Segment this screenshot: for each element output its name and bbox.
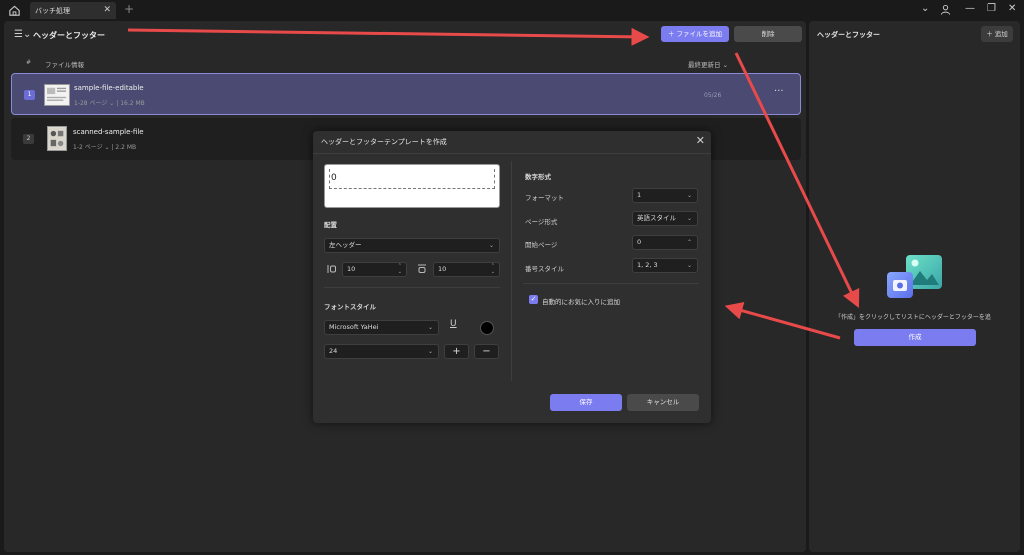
window-close-icon[interactable]: ✕ xyxy=(1008,3,1016,14)
position-select[interactable]: 左ヘッダー ⌄ xyxy=(324,238,500,253)
title-bar: バッチ処理 ✕ + ⌄ — ❐ ✕ xyxy=(0,0,1024,20)
chevron-down-icon: ⌄ xyxy=(488,242,494,249)
left-margin-value: 10 xyxy=(347,265,356,273)
section-divider xyxy=(523,283,699,284)
header-area-guide xyxy=(329,169,495,189)
font-family-value: Microsoft YaHei xyxy=(329,323,379,331)
underline-button[interactable]: U xyxy=(450,319,457,329)
column-header-file-info: ファイル情報 xyxy=(45,61,84,69)
restore-icon[interactable]: ❐ xyxy=(987,3,996,14)
auto-favorite-checkbox[interactable]: ✓ xyxy=(529,295,538,304)
auto-favorite-label: 自動的にお気に入りに追加 xyxy=(542,298,620,306)
numbering-style-value: 1, 2, 3 xyxy=(637,261,658,269)
format-label: フォーマット xyxy=(525,194,564,202)
left-margin-input[interactable]: 10 ⌃ ⌄ xyxy=(342,262,407,277)
page-title: ヘッダーとフッター xyxy=(33,31,105,40)
chevron-down-icon[interactable]: ⌄ xyxy=(921,3,929,14)
spinner-icon[interactable]: ⌃ ⌄ xyxy=(491,263,495,275)
section-divider xyxy=(324,287,500,288)
font-family-select[interactable]: Microsoft YaHei ⌄ xyxy=(324,320,439,335)
add-template-button[interactable]: ＋ 追加 xyxy=(981,26,1013,42)
close-icon[interactable]: ✕ xyxy=(696,134,705,147)
spinner-icon[interactable]: ⌃ ⌄ xyxy=(398,263,402,275)
chevron-down-icon: ⌄ xyxy=(427,348,433,355)
format-select[interactable]: 1 ⌄ xyxy=(632,188,698,203)
add-file-button[interactable]: ＋ ファイルを追加 xyxy=(661,26,729,42)
menu-icon[interactable]: ☰⌄ xyxy=(14,29,31,40)
numbering-style-select[interactable]: 1, 2, 3 ⌄ xyxy=(632,258,698,273)
table-row[interactable]: 1 sample-file-editable 1-28 ページ ⌄ | 16.2… xyxy=(11,73,801,115)
template-preview: 0 xyxy=(324,164,500,208)
file-date: 05/26 xyxy=(704,92,722,99)
dialog-divider xyxy=(313,153,711,154)
create-template-dialog: ヘッダーとフッターテンプレートを作成 ✕ 0 配置 左ヘッダー ⌄ 10 ⌃ ⌄ … xyxy=(313,131,711,423)
file-thumbnail xyxy=(44,84,70,106)
new-tab-icon[interactable]: + xyxy=(124,2,134,16)
file-thumbnail xyxy=(47,126,67,151)
position-value: 左ヘッダー xyxy=(329,241,362,249)
numbering-style-label: 番号スタイル xyxy=(525,265,564,273)
empty-hint: 「作成」をクリックしてリストにヘッダーとフッターを追 xyxy=(835,314,991,321)
page-style-select[interactable]: 英語スタイル ⌄ xyxy=(632,211,698,226)
page-range[interactable]: 1-2 ページ ⌄ xyxy=(73,144,110,151)
file-size: 2.2 MB xyxy=(115,144,137,151)
row-index: 2 xyxy=(23,134,34,144)
font-size-select[interactable]: 24 ⌄ xyxy=(324,344,439,359)
row-index: 1 xyxy=(24,90,35,100)
start-page-value: 0 xyxy=(637,238,642,246)
start-page-label: 開始ページ xyxy=(525,241,558,249)
chevron-down-icon: ⌄ xyxy=(686,215,692,222)
page-range[interactable]: 1-28 ページ ⌄ xyxy=(74,100,114,107)
page-style-label: ページ形式 xyxy=(525,218,558,226)
left-margin-icon xyxy=(327,265,336,273)
decrease-size-button[interactable]: − xyxy=(474,344,499,359)
more-icon[interactable]: ··· xyxy=(774,86,784,97)
cancel-button[interactable]: キャンセル xyxy=(627,394,699,411)
format-value: 1 xyxy=(637,191,642,199)
chevron-down-icon: ⌄ xyxy=(686,262,692,269)
close-icon[interactable]: ✕ xyxy=(103,5,111,15)
font-color-picker[interactable] xyxy=(480,321,494,335)
file-size: 16.2 MB xyxy=(120,100,145,107)
panel-title: ヘッダーとフッター xyxy=(817,31,880,39)
placement-label: 配置 xyxy=(324,221,337,229)
column-header-last-updated[interactable]: 最終更新日 ⌄ xyxy=(688,59,728,69)
file-meta: 1-28 ページ ⌄ | 16.2 MB xyxy=(74,100,145,107)
top-margin-value: 10 xyxy=(438,265,447,273)
more-icon[interactable]: · xyxy=(773,130,776,141)
delete-button[interactable]: 削除 xyxy=(734,26,802,42)
font-style-label: フォントスタイル xyxy=(324,303,376,311)
tab-label: バッチ処理 xyxy=(35,7,70,15)
home-icon[interactable] xyxy=(8,4,21,17)
top-margin-icon xyxy=(418,264,426,273)
font-size-value: 24 xyxy=(329,347,338,355)
chevron-up-icon[interactable]: ⌃ xyxy=(687,236,692,249)
file-name: scanned-sample-file xyxy=(73,128,144,136)
number-format-label: 数字形式 xyxy=(525,173,551,181)
save-button[interactable]: 保存 xyxy=(550,394,622,411)
start-page-input[interactable]: 0 ⌃ xyxy=(632,235,698,250)
create-button[interactable]: 作成 xyxy=(854,329,976,346)
page-style-value: 英語スタイル xyxy=(637,214,676,222)
column-divider xyxy=(511,161,512,381)
user-icon[interactable] xyxy=(940,4,951,15)
minimize-icon[interactable]: — xyxy=(965,3,975,14)
file-name: sample-file-editable xyxy=(74,84,144,92)
column-header-index: # xyxy=(26,59,32,66)
increase-size-button[interactable]: + xyxy=(444,344,469,359)
tab-batch-processing[interactable]: バッチ処理 ✕ xyxy=(30,2,116,19)
dialog-title: ヘッダーとフッターテンプレートを作成 xyxy=(321,138,447,146)
empty-state-illustration-icon xyxy=(887,255,942,298)
chevron-down-icon: ⌄ xyxy=(686,192,692,199)
file-meta: 1-2 ページ ⌄ | 2.2 MB xyxy=(73,144,137,151)
preview-text: 0 xyxy=(331,173,337,183)
chevron-down-icon: ⌄ xyxy=(427,324,433,331)
top-margin-input[interactable]: 10 ⌃ ⌄ xyxy=(433,262,500,277)
